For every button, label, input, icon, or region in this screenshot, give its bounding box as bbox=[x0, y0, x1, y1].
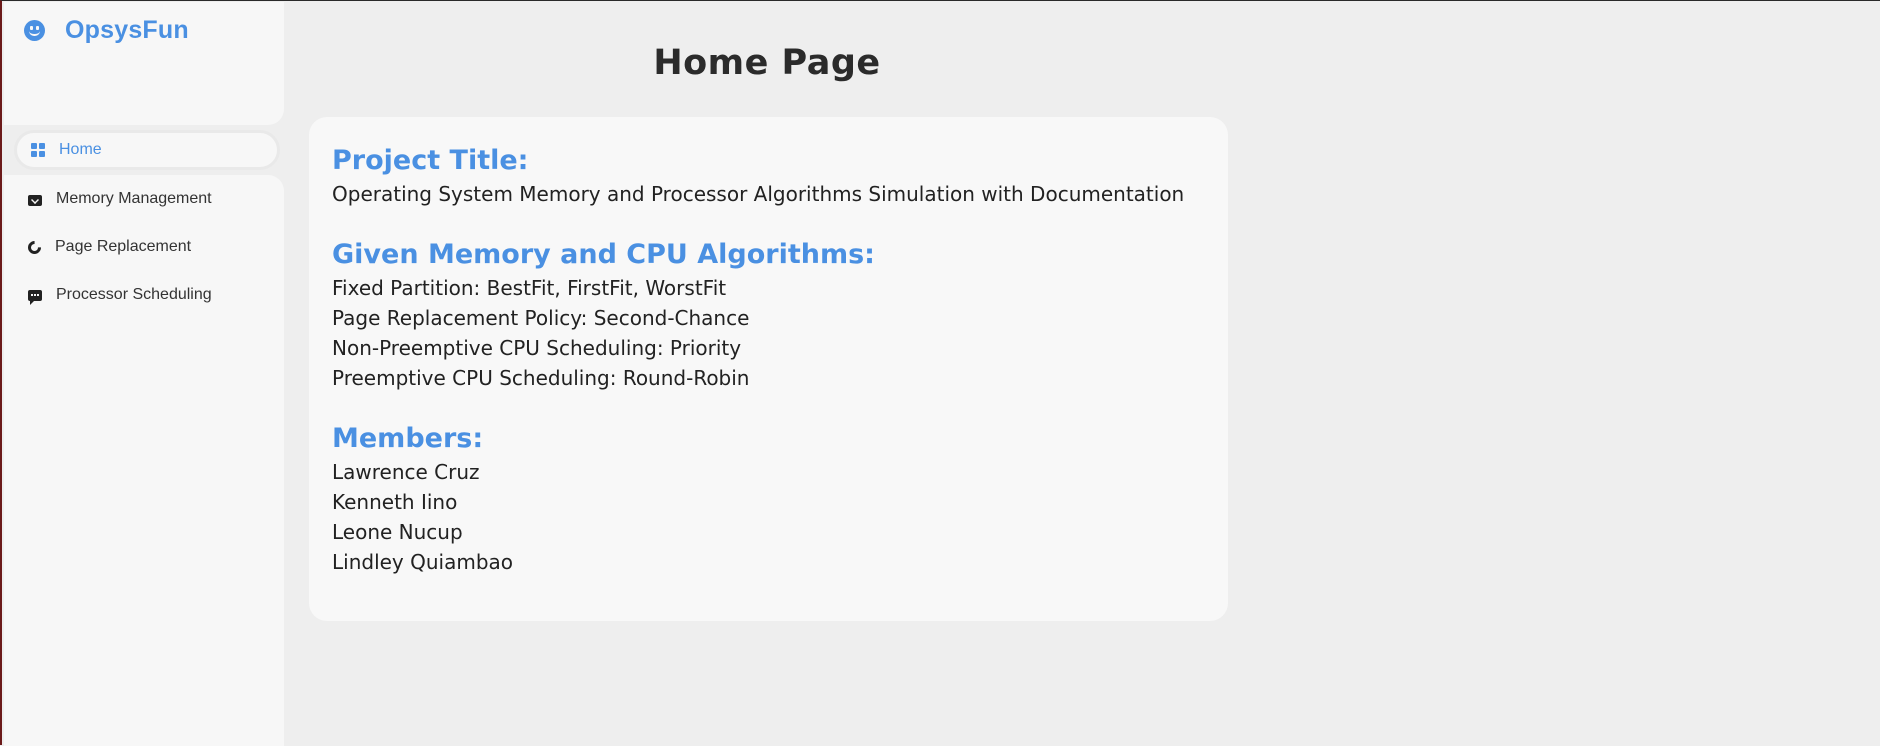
member-name: Leone Nucup bbox=[332, 520, 463, 544]
section-heading: Members: bbox=[332, 423, 484, 454]
project-title-text: Operating System Memory and Processor Al… bbox=[332, 182, 1185, 206]
member-name: Kenneth Iino bbox=[332, 490, 458, 514]
chat-icon bbox=[28, 289, 42, 305]
brand-name: OpsysFun bbox=[65, 16, 189, 44]
sidebar-item-label: Home bbox=[59, 141, 102, 158]
list-item: Preemptive CPU Scheduling: Round-Robin bbox=[332, 366, 750, 390]
list-item: Fixed Partition: BestFit, FirstFit, Wors… bbox=[332, 276, 727, 300]
section-heading: Project Title: bbox=[332, 145, 529, 176]
page-title: Home Page bbox=[653, 43, 881, 83]
sidebar-item-memory-management[interactable]: Memory Management bbox=[14, 179, 280, 219]
sidebar: OpsysFun Home Memory Management Page Rep… bbox=[4, 2, 284, 746]
smiley-icon bbox=[24, 20, 45, 41]
refresh-icon bbox=[25, 237, 44, 257]
members-section: Members: Lawrence Cruz Kenneth Iino Leon… bbox=[332, 421, 1228, 577]
mail-icon bbox=[28, 194, 42, 206]
app-window: OpsysFun Home Memory Management Page Rep… bbox=[0, 0, 1880, 746]
algorithms-section: Given Memory and CPU Algorithms: Fixed P… bbox=[332, 237, 1228, 393]
sidebar-item-page-replacement[interactable]: Page Replacement bbox=[14, 227, 280, 267]
sidebar-item-home[interactable]: Home bbox=[14, 130, 280, 170]
dashboard-grid-icon bbox=[31, 143, 45, 157]
member-name: Lawrence Cruz bbox=[332, 460, 480, 484]
project-title-section: Project Title: Operating System Memory a… bbox=[332, 143, 1228, 209]
sidebar-item-label: Memory Management bbox=[56, 190, 212, 207]
sidebar-item-processor-scheduling[interactable]: Processor Scheduling bbox=[14, 275, 280, 315]
list-item: Non-Preemptive CPU Scheduling: Priority bbox=[332, 336, 742, 360]
member-name: Lindley Quiambao bbox=[332, 550, 514, 574]
section-heading: Given Memory and CPU Algorithms: bbox=[332, 239, 875, 270]
sidebar-item-label: Page Replacement bbox=[55, 238, 192, 255]
sidebar-header: OpsysFun bbox=[4, 2, 284, 125]
content-card: Project Title: Operating System Memory a… bbox=[309, 117, 1228, 621]
sidebar-item-label: Processor Scheduling bbox=[56, 286, 212, 303]
list-item: Page Replacement Policy: Second-Chance bbox=[332, 306, 750, 330]
brand[interactable]: OpsysFun bbox=[24, 16, 189, 45]
